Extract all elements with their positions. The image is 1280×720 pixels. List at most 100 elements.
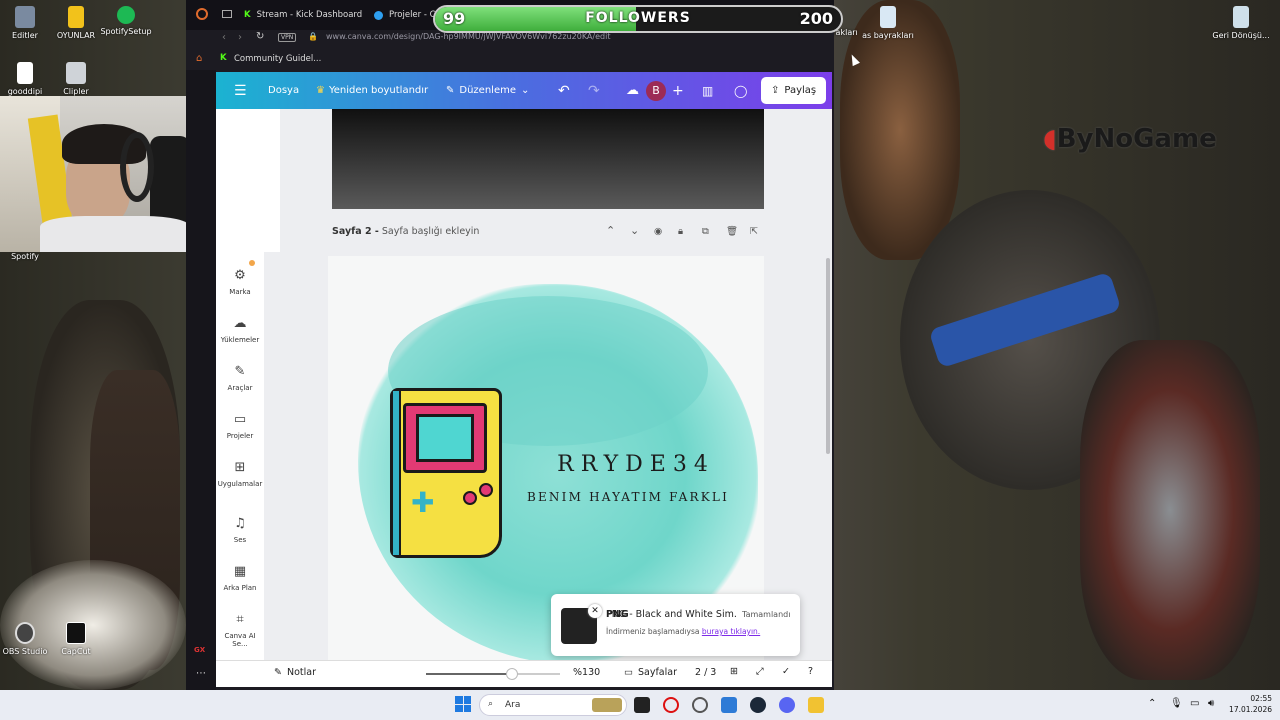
nav-background[interactable]: ▦ Arka Plan xyxy=(216,564,264,592)
close-icon[interactable]: ✕ xyxy=(588,604,602,618)
desktop-icon-bayraklari[interactable]: as bayrakları xyxy=(858,6,918,40)
search-highlight-icon xyxy=(592,698,622,712)
taskbar-search[interactable]: ⌕ Ara xyxy=(479,694,627,716)
grid-view-icon[interactable]: ⊞ xyxy=(730,666,738,677)
pages-icon: ▭ xyxy=(624,667,633,678)
download-toast: ✕ PNGPNG - Black and White Sim... PNG - … xyxy=(551,594,800,656)
canva-toolbar: ☰ Dosya ♛ Yeniden boyutlandır ✎ Düzenlem… xyxy=(216,72,832,109)
reload-icon[interactable]: ↻ xyxy=(256,31,264,42)
design-page-1[interactable] xyxy=(332,109,764,209)
page-title-input[interactable]: Sayfa başlığı ekleyin xyxy=(382,226,480,237)
desktop-icon-spotifysetup[interactable]: SpotifySetup xyxy=(96,6,156,36)
music-icon: ♫ xyxy=(234,516,246,531)
tray-chevron-icon[interactable]: ⌃ xyxy=(1148,698,1156,709)
redo-icon[interactable]: ↷ xyxy=(588,72,600,109)
zoom-slider-thumb[interactable] xyxy=(505,668,518,680)
pencil-icon: ✎ xyxy=(446,85,455,96)
followers-target: 200 xyxy=(799,9,833,28)
nav-brand[interactable]: ⚙ Marka xyxy=(216,268,264,296)
share-icon: ⇪ xyxy=(771,85,780,96)
recycle-bin-icon xyxy=(1233,6,1249,28)
comment-icon[interactable]: ◯ xyxy=(734,72,747,109)
network-icon[interactable]: ▭ xyxy=(1190,698,1199,709)
bynogame-logo-icon: ◖ xyxy=(1043,124,1057,154)
desktop-icon-capcut[interactable]: CapCut xyxy=(46,622,106,656)
gx-icon[interactable]: GX xyxy=(194,646,205,654)
app-icon-2[interactable] xyxy=(721,697,737,713)
lock-page-icon[interactable]: 🔒︎ xyxy=(678,226,683,237)
undo-icon[interactable]: ↶ xyxy=(558,72,570,109)
task-view-icon[interactable] xyxy=(634,697,650,713)
canva-left-nav: ⚙ Marka ☁ Yüklemeler ✎ Araçlar ▭ Projele… xyxy=(216,252,264,662)
canvas-scrollbar[interactable] xyxy=(826,258,830,454)
tab-menu-icon[interactable] xyxy=(222,10,232,18)
resize-button[interactable]: ♛ Yeniden boyutlandır xyxy=(316,72,428,109)
zoom-level[interactable]: %130 xyxy=(573,667,600,678)
vpn-badge[interactable]: VPN xyxy=(278,33,297,42)
nav-canva-ai[interactable]: ⌗ Canva AI Se... xyxy=(216,612,264,648)
move-up-icon[interactable]: ⌃ xyxy=(606,224,615,237)
duplicate-icon[interactable]: ⧉ xyxy=(702,226,709,237)
opera-gx-icon[interactable] xyxy=(663,697,679,713)
delete-icon[interactable]: 🗑︎ xyxy=(726,226,738,237)
analytics-icon[interactable]: ▥ xyxy=(702,72,713,109)
nav-projects[interactable]: ▭ Projeler xyxy=(216,412,264,440)
hide-icon[interactable]: ◉ xyxy=(654,226,662,237)
bynogame-watermark: ◖ByNoGame xyxy=(1043,124,1217,154)
nav-tools[interactable]: ✎ Araçlar xyxy=(216,364,264,392)
opera-logo-icon[interactable] xyxy=(196,8,208,20)
download-retry-link[interactable]: buraya tıklayın. xyxy=(702,627,760,636)
crown-icon: ♛ xyxy=(316,85,325,96)
followers-goal-bar: 99 FOLLOWERS 200 xyxy=(433,5,843,33)
more-icon[interactable]: ⋯ xyxy=(196,668,206,679)
folder-icon: ▭ xyxy=(233,412,247,427)
page-counter: 2 / 3 xyxy=(695,667,717,678)
tab-kick-dashboard[interactable]: K Stream - Kick Dashboard xyxy=(244,6,362,24)
desktop-icon-recycle-bin[interactable]: Geri Dönüşü... xyxy=(1212,6,1270,40)
nav-uploads[interactable]: ☁ Yüklemeler xyxy=(216,316,264,344)
url-field[interactable]: www.canva.com/design/DAG-hp9IMMU/jWJVFAV… xyxy=(326,32,610,41)
tab-projeler[interactable]: Projeler - C xyxy=(374,6,436,24)
fullscreen-icon[interactable]: ⤢ xyxy=(756,666,764,677)
bookmark-community-guidelines[interactable]: Community Guidel... xyxy=(234,54,321,64)
design-title[interactable]: RRYDE34 xyxy=(516,452,756,477)
download-status: Tamamlandı xyxy=(742,610,791,619)
file-explorer-icon[interactable] xyxy=(808,697,824,713)
background-icon: ▦ xyxy=(233,564,247,579)
page-number: Sayfa 2 - xyxy=(332,226,379,237)
edit-mode-button[interactable]: ✎ Düzenleme ⌄ xyxy=(446,72,529,109)
avatar[interactable]: B xyxy=(646,72,666,109)
forward-icon[interactable]: › xyxy=(238,32,242,43)
camera-icon xyxy=(66,62,86,84)
shopping-icon[interactable]: ⌂ xyxy=(196,53,202,64)
share-button[interactable]: ⇪ Paylaş xyxy=(761,77,827,104)
add-collaborator-icon[interactable]: + xyxy=(672,72,684,109)
design-subtitle[interactable]: BENIM HAYATIM FARKLI xyxy=(508,490,748,504)
app-icon[interactable] xyxy=(692,697,708,713)
nav-audio[interactable]: ♫ Ses xyxy=(216,516,264,544)
steam-icon[interactable] xyxy=(750,697,766,713)
ai-icon: ⌗ xyxy=(236,612,244,627)
windows-start-icon[interactable] xyxy=(455,696,471,712)
microphone-icon[interactable]: 🎙︎ xyxy=(1170,698,1183,709)
apps-icon: ⊞ xyxy=(234,460,246,475)
file-menu-button[interactable]: Dosya xyxy=(268,72,299,109)
notes-button[interactable]: ✎ Notlar xyxy=(274,667,316,678)
document-icon xyxy=(17,62,33,84)
volume-icon[interactable]: 🔊︎ xyxy=(1208,698,1214,709)
add-page-icon[interactable]: ⇱ xyxy=(750,226,758,237)
zoom-slider[interactable] xyxy=(426,668,560,680)
desktop-icon-spotify[interactable]: Spotify xyxy=(0,252,55,261)
menu-icon[interactable]: ☰ xyxy=(234,72,247,109)
pages-button[interactable]: ▭ Sayfalar xyxy=(624,667,677,678)
nav-apps[interactable]: ⊞ Uygulamalar xyxy=(216,460,264,488)
help-icon[interactable]: ? xyxy=(808,666,813,677)
clock[interactable]: 02:55 17.01.2026 xyxy=(1222,693,1272,715)
move-down-icon[interactable]: ⌄ xyxy=(630,224,639,237)
check-icon[interactable]: ✓ xyxy=(782,666,790,677)
discord-icon[interactable] xyxy=(779,697,795,713)
cloud-saved-icon[interactable]: ☁ xyxy=(626,72,639,109)
gameboy-illustration: ✚ xyxy=(390,388,502,558)
back-icon[interactable]: ‹ xyxy=(222,32,226,43)
desktop-icon-clipler[interactable]: Clipler xyxy=(46,62,106,96)
